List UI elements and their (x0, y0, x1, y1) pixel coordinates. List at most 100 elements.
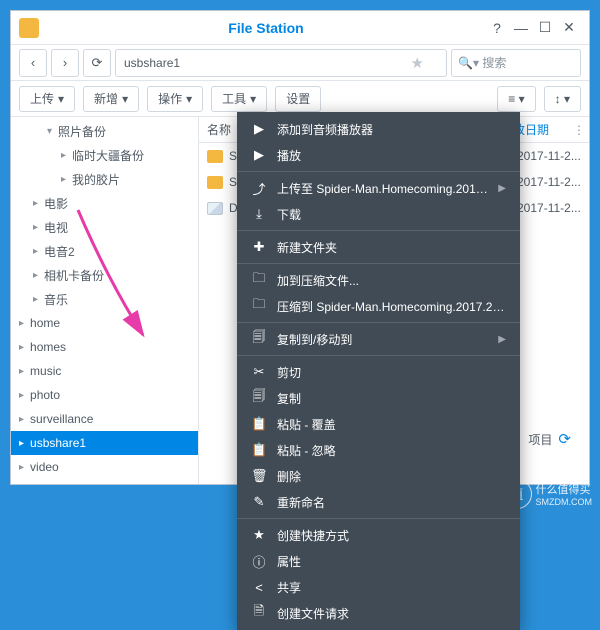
menu-icon: 🗑 (251, 468, 267, 484)
image-icon (207, 202, 223, 215)
search-icon: 🔍▾ (458, 56, 479, 70)
tree-item-电影[interactable]: ▸电影 (11, 191, 198, 215)
tree-item-web[interactable]: ▸web (11, 479, 198, 484)
expand-icon[interactable]: ▸ (19, 438, 24, 449)
tree-item-电视[interactable]: ▸电视 (11, 215, 198, 239)
back-button[interactable]: ‹ (19, 49, 47, 77)
menu-item[interactable]: <共享 (237, 574, 520, 600)
tree-item-homes[interactable]: ▸homes (11, 335, 198, 359)
menu-icon: 📋 (251, 416, 267, 432)
search-box[interactable]: 🔍▾ 搜索 (451, 49, 581, 77)
path-input[interactable] (115, 49, 447, 77)
expand-icon[interactable]: ▸ (19, 390, 24, 401)
menu-icon: ★ (251, 527, 267, 543)
menu-icon: ⤓ (251, 206, 267, 222)
col-menu-icon[interactable]: ⋮ (573, 123, 589, 137)
menu-icon: ✎ (251, 494, 267, 510)
settings-button[interactable]: 设置 (275, 86, 321, 112)
menu-separator (237, 322, 520, 323)
help-icon[interactable]: ? (485, 18, 509, 38)
chevron-down-icon: ▾ (250, 92, 256, 106)
folder-icon (207, 150, 223, 163)
expand-icon[interactable]: ▸ (33, 270, 38, 281)
expand-icon[interactable]: ▸ (19, 342, 24, 353)
expand-icon[interactable]: ▾ (47, 126, 52, 137)
menu-item[interactable]: 📋粘贴 - 覆盖 (237, 411, 520, 437)
expand-icon[interactable]: ▸ (19, 462, 24, 473)
menu-icon: ✚ (251, 239, 267, 255)
menu-item[interactable]: ✂剪切 (237, 359, 520, 385)
sort-button[interactable]: ↕ ▾ (544, 86, 581, 112)
tree-item-surveillance[interactable]: ▸surveillance (11, 407, 198, 431)
footer-refresh-icon[interactable]: ⟳ (558, 430, 571, 448)
menu-item[interactable]: 📋粘贴 - 忽略 (237, 437, 520, 463)
window-title: File Station (47, 20, 485, 36)
tree-item-video[interactable]: ▸video (11, 455, 198, 479)
menu-icon: 🗀 (251, 295, 267, 317)
menu-item[interactable]: 🗐复制到/移动到▶ (237, 326, 520, 352)
footer: 项目 ⟳ (528, 424, 571, 454)
menu-item[interactable]: ⓘ属性 (237, 548, 520, 574)
menu-item[interactable]: 🗀加到压缩文件... (237, 267, 520, 293)
menu-item[interactable]: ▶添加到音频播放器 (237, 116, 520, 142)
expand-icon[interactable]: ▸ (33, 222, 38, 233)
menu-item[interactable]: ✚新建文件夹 (237, 234, 520, 260)
footer-items: 项目 (528, 431, 552, 448)
menu-item[interactable]: ▶播放 (237, 142, 520, 168)
action-button[interactable]: 操作▾ (147, 86, 203, 112)
tree-item-photo[interactable]: ▸photo (11, 383, 198, 407)
tree-item-usbshare1[interactable]: ▸usbshare1 (11, 431, 198, 455)
close-icon[interactable]: ✕ (557, 18, 581, 38)
tree-item-home[interactable]: ▸home (11, 311, 198, 335)
tree-item-music[interactable]: ▸music (11, 359, 198, 383)
tree-item-照片备份[interactable]: ▾照片备份 (11, 119, 198, 143)
menu-item[interactable]: 🗐复制 (237, 385, 520, 411)
upload-button[interactable]: 上传▾ (19, 86, 75, 112)
menu-icon: 🗐 (251, 387, 267, 409)
tree-item-我的胶片[interactable]: ▸我的胶片 (11, 167, 198, 191)
submenu-arrow-icon: ▶ (498, 183, 506, 194)
expand-icon[interactable]: ▸ (33, 198, 38, 209)
expand-icon[interactable]: ▸ (33, 246, 38, 257)
menu-item[interactable]: ⤴上传至 Spider-Man.Homecoming.2017.2160p...… (237, 175, 520, 201)
new-button[interactable]: 新增▾ (83, 86, 139, 112)
menu-item[interactable]: 🗑删除 (237, 463, 520, 489)
view-list-button[interactable]: ≡ ▾ (497, 86, 535, 112)
tree-item-临时大疆备份[interactable]: ▸临时大疆备份 (11, 143, 198, 167)
maximize-icon[interactable]: ☐ (533, 18, 557, 38)
context-menu: ▶添加到音频播放器▶播放 ⤴上传至 Spider-Man.Homecoming.2… (237, 112, 520, 630)
refresh-button[interactable]: ⟳ (83, 49, 111, 77)
folder-icon (207, 176, 223, 189)
menu-item[interactable]: ★创建快捷方式 (237, 522, 520, 548)
menu-separator (237, 518, 520, 519)
tree-item-相机卡备份[interactable]: ▸相机卡备份 (11, 263, 198, 287)
favorite-icon[interactable]: ★ (411, 54, 424, 72)
menu-item[interactable]: ✎重新命名 (237, 489, 520, 515)
submenu-arrow-icon: ▶ (498, 334, 506, 345)
expand-icon[interactable]: ▸ (61, 150, 66, 161)
tool-button[interactable]: 工具▾ (211, 86, 267, 112)
expand-icon[interactable]: ▸ (33, 294, 38, 305)
menu-item[interactable]: 🗎创建文件请求 (237, 600, 520, 626)
forward-button[interactable]: › (51, 49, 79, 77)
menu-icon: ▶ (251, 121, 267, 137)
expand-icon[interactable]: ▸ (19, 414, 24, 425)
menu-icon: ⓘ (251, 552, 267, 571)
menu-item[interactable]: 🗀压缩到 Spider-Man.Homecoming.2017.2160p.Bl… (237, 293, 520, 319)
menu-item[interactable]: ⤓下载 (237, 201, 520, 227)
menu-icon: 🗎 (251, 602, 267, 624)
expand-icon[interactable]: ▸ (19, 366, 24, 377)
menu-separator (237, 171, 520, 172)
expand-icon[interactable]: ▸ (61, 174, 66, 185)
tree-item-电音2[interactable]: ▸电音2 (11, 239, 198, 263)
navbar: ‹ › ⟳ ★ 🔍▾ 搜索 (11, 45, 589, 81)
expand-icon[interactable]: ▸ (19, 318, 24, 329)
tree-item-音乐[interactable]: ▸音乐 (11, 287, 198, 311)
chevron-down-icon: ▾ (58, 92, 64, 106)
menu-icon: ▶ (251, 147, 267, 163)
menu-separator (237, 230, 520, 231)
menu-icon: 🗀 (251, 269, 267, 291)
menu-separator (237, 355, 520, 356)
menu-separator (237, 263, 520, 264)
minimize-icon[interactable]: — (509, 18, 533, 38)
